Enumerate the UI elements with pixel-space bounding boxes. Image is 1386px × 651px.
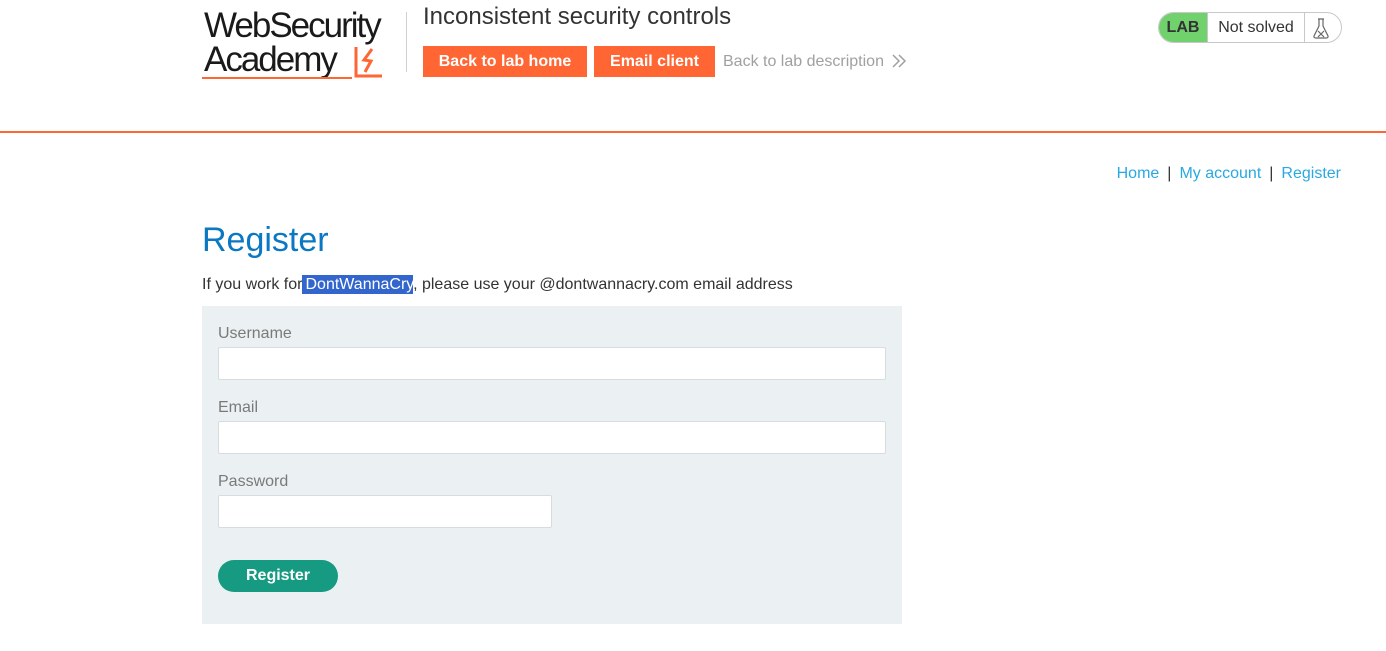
password-input[interactable] bbox=[218, 495, 552, 528]
intro-company-selected: DontWannaCry bbox=[302, 275, 414, 294]
nav-separator: | bbox=[1269, 165, 1274, 182]
nav-register-link[interactable]: Register bbox=[1281, 165, 1341, 182]
nav-home-link[interactable]: Home bbox=[1117, 165, 1160, 182]
double-chevron-right-icon bbox=[892, 54, 907, 68]
top-navigation: Home | My account | Register bbox=[1117, 163, 1341, 185]
page-title: Register bbox=[202, 221, 329, 259]
logo-underline bbox=[202, 77, 352, 79]
logo-text-line2: Academy bbox=[204, 40, 338, 79]
site-header: WebSecurity Academy Inconsistent securit… bbox=[0, 0, 1386, 131]
intro-text-after: , please use your @dontwannacry.com emai… bbox=[413, 276, 793, 293]
lab-title: Inconsistent security controls bbox=[423, 3, 732, 30]
email-label: Email bbox=[218, 399, 259, 416]
web-security-academy-logo[interactable]: WebSecurity Academy bbox=[202, 6, 404, 82]
nav-my-account-link[interactable]: My account bbox=[1179, 165, 1261, 182]
email-input[interactable] bbox=[218, 421, 886, 454]
back-to-lab-home-button[interactable]: Back to lab home bbox=[423, 46, 587, 77]
lab-badge: LAB bbox=[1159, 13, 1207, 42]
password-label: Password bbox=[218, 473, 289, 490]
intro-text-before: If you work for bbox=[202, 276, 303, 293]
email-client-button[interactable]: Email client bbox=[594, 46, 715, 77]
lab-status-widget: LAB Not solved bbox=[1158, 12, 1342, 43]
username-input[interactable] bbox=[218, 347, 886, 380]
flask-icon bbox=[1313, 18, 1329, 39]
register-form: Username Email Password Register bbox=[202, 306, 902, 624]
header-divider bbox=[406, 12, 407, 72]
lab-status-text: Not solved bbox=[1207, 13, 1305, 42]
lightning-bolt-icon bbox=[354, 47, 382, 78]
header-orange-rule bbox=[0, 131, 1386, 133]
register-intro-text: If you work for DontWannaCry, please use … bbox=[202, 274, 793, 296]
logo-text-line1: WebSecurity bbox=[204, 6, 382, 45]
register-submit-button[interactable]: Register bbox=[218, 560, 338, 592]
back-to-lab-description-link[interactable]: Back to lab description bbox=[723, 46, 884, 77]
username-label: Username bbox=[218, 325, 292, 342]
nav-separator: | bbox=[1167, 165, 1172, 182]
